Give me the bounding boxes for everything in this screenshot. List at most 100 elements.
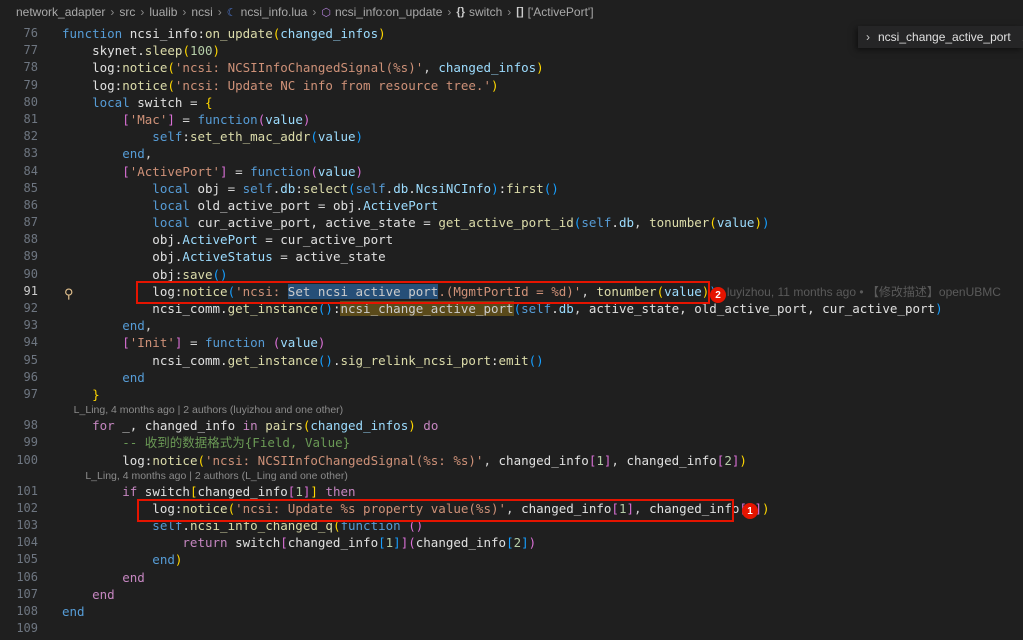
code-token: ) [739, 452, 747, 468]
code-token: , [483, 452, 499, 468]
code-token: first [506, 180, 544, 196]
breadcrumb-item-folder-network-adapter[interactable]: network_adapter [16, 5, 105, 19]
code-line[interactable]: 107 end [0, 586, 1023, 603]
code-token: emit [498, 352, 529, 368]
code-line[interactable]: 101 if switch[changed_info[1]] then [0, 483, 1023, 500]
code-token: local [62, 94, 138, 110]
code-line[interactable]: 100 log:notice('ncsi: NCSIInfoChangedSig… [0, 452, 1023, 469]
code-token: function [197, 111, 258, 127]
code-token: ( [167, 60, 175, 76]
codelens-blame[interactable]: L_Ling, 4 months ago | 2 authors (luyizh… [0, 403, 1023, 417]
line-number: 100 [16, 452, 38, 467]
code-line[interactable]: 108 end [0, 603, 1023, 620]
code-token: 'Mac' [129, 111, 168, 127]
code-token: ActivePort [363, 197, 439, 213]
code-token: db [618, 215, 635, 231]
code-line[interactable]: 105 end) [0, 551, 1023, 568]
code-token: local [62, 197, 198, 213]
code-line[interactable]: 106 end [0, 569, 1023, 586]
code-line[interactable]: 80 local switch = { [0, 94, 1023, 111]
code-token: ) [378, 26, 386, 41]
code-line[interactable]: 94 ['Init'] = function (value) [0, 334, 1023, 351]
code-token: , [634, 215, 650, 231]
code-token: pairs [265, 418, 303, 434]
code-token: _, changed_info [122, 418, 243, 434]
code-line[interactable]: 97 } [0, 386, 1023, 403]
code-line[interactable]: 89 obj.ActiveStatus = active_state [0, 248, 1023, 265]
line-code: local old_active_port = obj.ActivePort [62, 197, 438, 214]
code-token: , [423, 60, 439, 76]
code-token: { [205, 94, 213, 110]
code-line[interactable]: 87 local cur_active_port, active_state =… [0, 214, 1023, 231]
code-token: -- 收到的数据格式为{Field, Value} [62, 435, 351, 451]
code-token: self [62, 129, 183, 145]
breadcrumb-item-function[interactable]: ncsi_info:on_update [335, 5, 442, 19]
code-token: value [265, 111, 303, 127]
code-line[interactable]: 86 local old_active_port = obj.ActivePor… [0, 197, 1023, 214]
code-token: ActivePort [182, 232, 258, 248]
code-token: NcsiNCInfo [415, 180, 492, 196]
line-number: 85 [23, 180, 38, 195]
code-token: end [62, 569, 145, 585]
method-symbol-icon: ⬡ [321, 6, 331, 19]
code-line[interactable]: 84 ['ActivePort'] = function(value) [0, 163, 1023, 180]
breadcrumb-item-file[interactable]: ncsi_info.lua [241, 5, 308, 19]
code-line[interactable]: 95 ncsi_comm.get_instance().sig_relink_n… [0, 352, 1023, 369]
code-token: [ [62, 163, 130, 179]
code-token: [ [62, 335, 130, 351]
codelens-blame[interactable]: L_Ling, 4 months ago | 2 authors (L_Ling… [0, 469, 1023, 483]
line-code: local cur_active_port, active_state = ge… [62, 214, 770, 231]
breadcrumb-item-folder-lualib[interactable]: lualib [149, 5, 177, 19]
code-editor[interactable]: 76 function ncsi_info:on_update(changed_i… [0, 25, 1023, 637]
code-line[interactable]: 85 local obj = self.db:select(self.db.Nc… [0, 180, 1023, 197]
code-line[interactable]: 88 obj.ActivePort = cur_active_port [0, 231, 1023, 248]
code-token: ) [355, 129, 364, 145]
code-token: ) [491, 180, 499, 196]
line-number: 97 [23, 386, 38, 401]
line-code: end [62, 603, 85, 620]
code-token: 'ncsi: NCSIInfoChangedSignal(%s: %s)' [205, 452, 484, 468]
code-token: [ [506, 535, 514, 551]
code-line[interactable]: 98 for _, changed_info in pairs(changed_… [0, 417, 1023, 434]
lightbulb-icon[interactable]: ⚲ [64, 287, 74, 302]
code-token: get_instance [227, 352, 318, 368]
code-token: old_active_port [197, 197, 318, 213]
code-token: } [62, 386, 100, 402]
code-token: self [581, 215, 612, 231]
code-token: local [62, 180, 198, 196]
line-code: end, [62, 145, 152, 162]
line-number: 83 [23, 146, 38, 161]
code-token: ) [355, 163, 364, 179]
code-token: if [62, 483, 145, 499]
code-line[interactable]: 77 skynet.sleep(100) [0, 42, 1023, 59]
code-line[interactable]: 78 log:notice('ncsi: NCSIInfoChangedSign… [0, 59, 1023, 76]
code-token: obj: [62, 266, 183, 282]
code-line[interactable]: 93 end, [0, 317, 1023, 334]
code-token: ) [762, 215, 770, 231]
code-line[interactable]: 82 self:set_eth_mac_addr(value) [0, 128, 1023, 145]
code-line[interactable]: 109 [0, 620, 1023, 637]
breadcrumb-item-folder-src[interactable]: src [119, 5, 135, 19]
code-line[interactable]: 96 end [0, 369, 1023, 386]
code-token: ( [310, 129, 318, 145]
code-token: = [189, 94, 206, 110]
chevron-right-icon: › [447, 5, 452, 19]
line-number: 104 [16, 535, 38, 550]
code-line[interactable]: 76 function ncsi_info:on_update(changed_i… [0, 25, 1023, 42]
code-token: ( [310, 163, 318, 179]
code-token: cur_active_port [280, 232, 394, 248]
breadcrumb-item-folder-ncsi[interactable]: ncsi [191, 5, 212, 19]
code-token: then [317, 483, 356, 499]
code-line[interactable]: 104 return switch[changed_info[1]](chang… [0, 534, 1023, 551]
code-line[interactable]: 81 ['Mac'] = function(value) [0, 111, 1023, 128]
code-line[interactable]: 83 end, [0, 145, 1023, 162]
code-line[interactable]: 99 -- 收到的数据格式为{Field, Value} [0, 434, 1023, 451]
line-number: 102 [16, 500, 38, 515]
code-token: changed_info [197, 483, 288, 499]
code-line[interactable]: 79 log:notice('ncsi: Update NC info from… [0, 77, 1023, 94]
line-code: end, [62, 317, 152, 334]
code-token: 100 [189, 43, 213, 59]
breadcrumb-item-switch[interactable]: switch [469, 5, 502, 19]
breadcrumb-item-active-port[interactable]: ['ActivePort'] [528, 5, 594, 19]
line-number: 92 [23, 301, 38, 315]
